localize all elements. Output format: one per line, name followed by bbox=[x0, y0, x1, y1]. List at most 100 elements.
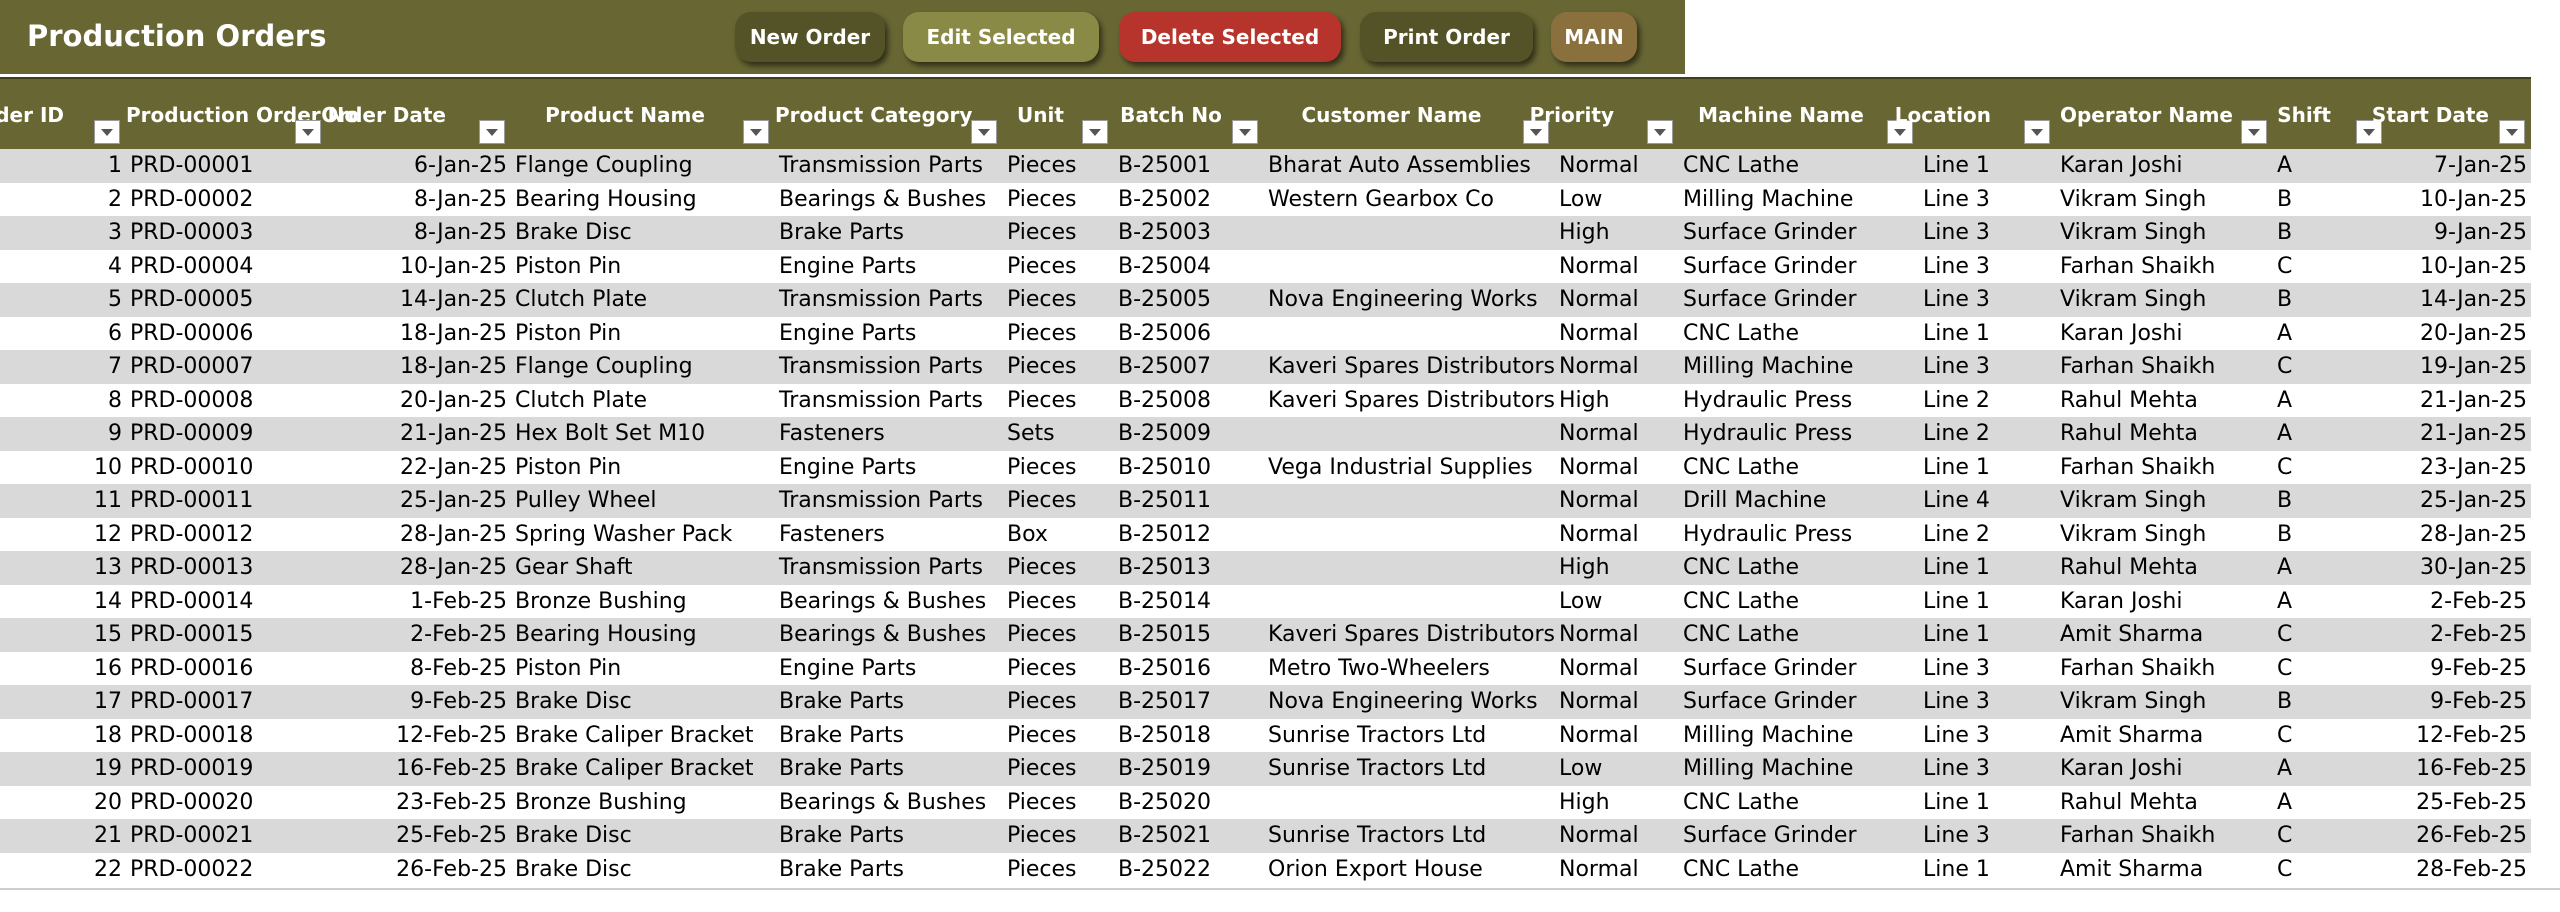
cell-customer-name[interactable] bbox=[1264, 216, 1555, 250]
cell-machine-name[interactable]: CNC Lathe bbox=[1679, 618, 1919, 652]
main-button[interactable]: MAIN bbox=[1551, 12, 1637, 62]
cell-location[interactable]: Line 2 bbox=[1919, 417, 2056, 451]
cell-product-name[interactable]: Piston Pin bbox=[511, 317, 775, 351]
cell-machine-name[interactable]: Hydraulic Press bbox=[1679, 518, 1919, 552]
cell-product-name[interactable]: Brake Disc bbox=[511, 853, 775, 887]
cell-order-id[interactable]: 13 bbox=[0, 551, 126, 585]
cell-start-date[interactable]: 9-Feb-25 bbox=[2388, 652, 2531, 686]
cell-operator-name[interactable]: Farhan Shaikh bbox=[2056, 350, 2273, 384]
filter-dropdown-icon[interactable] bbox=[2024, 120, 2050, 144]
cell-product-category[interactable]: Bearings & Bushes bbox=[775, 585, 1003, 619]
cell-customer-name[interactable]: Bharat Auto Assemblies bbox=[1264, 149, 1555, 183]
cell-start-date[interactable]: 23-Jan-25 bbox=[2388, 451, 2531, 485]
cell-batch-no[interactable]: B-25011 bbox=[1114, 484, 1264, 518]
column-header-machine-name[interactable]: Machine Name bbox=[1679, 79, 1919, 149]
cell-product-category[interactable]: Transmission Parts bbox=[775, 350, 1003, 384]
cell-production-order-no[interactable]: PRD-00008 bbox=[126, 384, 327, 418]
table-row[interactable]: 7 PRD-00007 18-Jan-25 Flange Coupling Transm… bbox=[0, 350, 2531, 384]
cell-operator-name[interactable]: Vikram Singh bbox=[2056, 685, 2273, 719]
delete-selected-button[interactable]: Delete Selected bbox=[1119, 12, 1341, 62]
cell-unit[interactable]: Pieces bbox=[1003, 618, 1114, 652]
cell-shift[interactable]: C bbox=[2273, 853, 2388, 887]
cell-priority[interactable]: High bbox=[1555, 384, 1679, 418]
cell-product-category[interactable]: Brake Parts bbox=[775, 719, 1003, 753]
cell-location[interactable]: Line 3 bbox=[1919, 685, 2056, 719]
cell-operator-name[interactable]: Farhan Shaikh bbox=[2056, 819, 2273, 853]
cell-machine-name[interactable]: CNC Lathe bbox=[1679, 317, 1919, 351]
cell-batch-no[interactable]: B-25003 bbox=[1114, 216, 1264, 250]
cell-machine-name[interactable]: Surface Grinder bbox=[1679, 250, 1919, 284]
edit-selected-button[interactable]: Edit Selected bbox=[903, 12, 1099, 62]
cell-order-id[interactable]: 11 bbox=[0, 484, 126, 518]
cell-batch-no[interactable]: B-25009 bbox=[1114, 417, 1264, 451]
cell-location[interactable]: Line 3 bbox=[1919, 250, 2056, 284]
cell-machine-name[interactable]: Milling Machine bbox=[1679, 350, 1919, 384]
table-row[interactable]: 4 PRD-00004 10-Jan-25 Piston Pin Engine Part… bbox=[0, 249, 2531, 284]
cell-location[interactable]: Line 2 bbox=[1919, 518, 2056, 552]
cell-shift[interactable]: C bbox=[2273, 652, 2388, 686]
cell-start-date[interactable]: 28-Jan-25 bbox=[2388, 518, 2531, 552]
cell-priority[interactable]: High bbox=[1555, 216, 1679, 250]
cell-start-date[interactable]: 12-Feb-25 bbox=[2388, 719, 2531, 753]
cell-order-id[interactable]: 21 bbox=[0, 819, 126, 853]
cell-batch-no[interactable]: B-25001 bbox=[1114, 149, 1264, 183]
cell-machine-name[interactable]: CNC Lathe bbox=[1679, 853, 1919, 887]
cell-product-name[interactable]: Brake Disc bbox=[511, 685, 775, 719]
cell-location[interactable]: Line 4 bbox=[1919, 484, 2056, 518]
cell-product-category[interactable]: Brake Parts bbox=[775, 819, 1003, 853]
cell-priority[interactable]: Normal bbox=[1555, 518, 1679, 552]
cell-production-order-no[interactable]: PRD-00001 bbox=[126, 149, 327, 183]
filter-dropdown-icon[interactable] bbox=[295, 120, 321, 144]
cell-product-category[interactable]: Transmission Parts bbox=[775, 283, 1003, 317]
cell-location[interactable]: Line 3 bbox=[1919, 183, 2056, 217]
cell-order-date[interactable]: 28-Jan-25 bbox=[327, 518, 511, 552]
cell-product-category[interactable]: Brake Parts bbox=[775, 216, 1003, 250]
cell-location[interactable]: Line 1 bbox=[1919, 317, 2056, 351]
cell-product-name[interactable]: Piston Pin bbox=[511, 652, 775, 686]
cell-production-order-no[interactable]: PRD-00005 bbox=[126, 283, 327, 317]
cell-shift[interactable]: A bbox=[2273, 317, 2388, 351]
cell-customer-name[interactable] bbox=[1264, 417, 1555, 451]
cell-batch-no[interactable]: B-25012 bbox=[1114, 518, 1264, 552]
cell-production-order-no[interactable]: PRD-00002 bbox=[126, 183, 327, 217]
cell-production-order-no[interactable]: PRD-00012 bbox=[126, 518, 327, 552]
cell-customer-name[interactable]: Sunrise Tractors Ltd bbox=[1264, 752, 1555, 786]
cell-order-id[interactable]: 4 bbox=[0, 250, 126, 284]
cell-product-name[interactable]: Piston Pin bbox=[511, 451, 775, 485]
cell-location[interactable]: Line 1 bbox=[1919, 853, 2056, 887]
cell-machine-name[interactable]: CNC Lathe bbox=[1679, 585, 1919, 619]
table-row[interactable]: 22 PRD-00022 26-Feb-25 Brake Disc Brake Part… bbox=[0, 852, 2531, 887]
cell-operator-name[interactable]: Karan Joshi bbox=[2056, 317, 2273, 351]
cell-machine-name[interactable]: CNC Lathe bbox=[1679, 551, 1919, 585]
cell-operator-name[interactable]: Vikram Singh bbox=[2056, 518, 2273, 552]
cell-order-id[interactable]: 10 bbox=[0, 451, 126, 485]
cell-location[interactable]: Line 1 bbox=[1919, 149, 2056, 183]
cell-order-id[interactable]: 5 bbox=[0, 283, 126, 317]
cell-order-id[interactable]: 7 bbox=[0, 350, 126, 384]
cell-operator-name[interactable]: Farhan Shaikh bbox=[2056, 250, 2273, 284]
cell-shift[interactable]: A bbox=[2273, 585, 2388, 619]
cell-production-order-no[interactable]: PRD-00010 bbox=[126, 451, 327, 485]
cell-priority[interactable]: Normal bbox=[1555, 484, 1679, 518]
cell-unit[interactable]: Pieces bbox=[1003, 149, 1114, 183]
cell-batch-no[interactable]: B-25004 bbox=[1114, 250, 1264, 284]
cell-priority[interactable]: Normal bbox=[1555, 819, 1679, 853]
column-header-order-date[interactable]: Order Date bbox=[321, 79, 511, 149]
cell-priority[interactable]: Normal bbox=[1555, 451, 1679, 485]
cell-production-order-no[interactable]: PRD-00014 bbox=[126, 585, 327, 619]
cell-product-category[interactable]: Fasteners bbox=[775, 417, 1003, 451]
cell-unit[interactable]: Pieces bbox=[1003, 216, 1114, 250]
cell-location[interactable]: Line 1 bbox=[1919, 451, 2056, 485]
cell-start-date[interactable]: 10-Jan-25 bbox=[2388, 183, 2531, 217]
cell-production-order-no[interactable]: PRD-00013 bbox=[126, 551, 327, 585]
cell-location[interactable]: Line 3 bbox=[1919, 283, 2056, 317]
cell-priority[interactable]: Normal bbox=[1555, 618, 1679, 652]
cell-order-date[interactable]: 6-Jan-25 bbox=[327, 149, 511, 183]
cell-order-id[interactable]: 16 bbox=[0, 652, 126, 686]
cell-machine-name[interactable]: Hydraulic Press bbox=[1679, 417, 1919, 451]
cell-customer-name[interactable]: Kaveri Spares Distributors bbox=[1264, 350, 1555, 384]
cell-production-order-no[interactable]: PRD-00016 bbox=[126, 652, 327, 686]
cell-product-category[interactable]: Transmission Parts bbox=[775, 484, 1003, 518]
cell-product-name[interactable]: Hex Bolt Set M10 bbox=[511, 417, 775, 451]
cell-customer-name[interactable]: Kaveri Spares Distributors bbox=[1264, 384, 1555, 418]
